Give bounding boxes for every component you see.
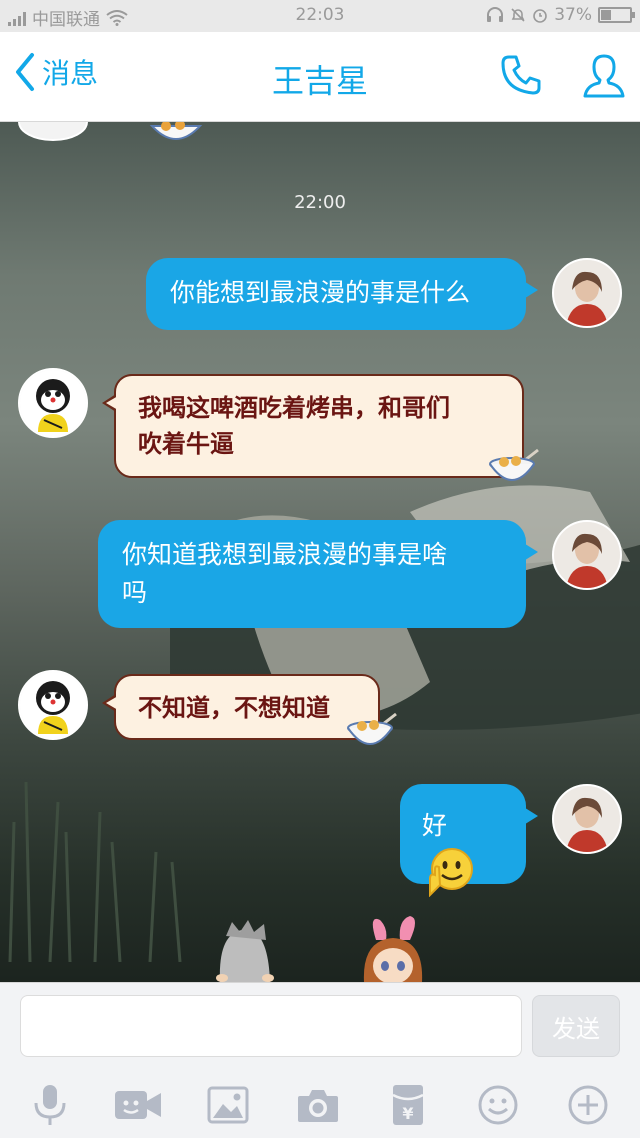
message-text-line: 吗: [122, 578, 148, 607]
message-text: 你能想到最浪漫的事是什么: [170, 278, 471, 307]
my-avatar[interactable]: [552, 784, 622, 854]
emoji-button[interactable]: [468, 1075, 528, 1135]
battery-percent: 37%: [554, 5, 592, 25]
battery-icon: [598, 7, 635, 23]
profile-button[interactable]: [582, 52, 626, 104]
message-bubble-received[interactable]: 不知道，不想知道: [102, 674, 380, 740]
bowl-sticker: [489, 448, 539, 481]
input-bar: 发送 ¥: [0, 982, 640, 1138]
message-text: 不知道，不想知道: [138, 694, 330, 722]
camera-icon: [298, 1090, 338, 1122]
peeking-character-girl: [363, 916, 423, 982]
alarm-icon: [533, 9, 548, 23]
headset-icon: [487, 7, 504, 22]
message-bubble-sent[interactable]: 你能想到最浪漫的事是什么: [146, 258, 538, 330]
avatar-photo: [554, 260, 620, 326]
message-bubble-sent[interactable]: 你知道我想到最浪漫的事是啥 吗: [98, 520, 538, 628]
avatar-cartoon: [20, 672, 86, 738]
bowl-sticker: [347, 712, 397, 745]
chat-area[interactable]: 22:00 你能想到最浪漫的事是什么 我喝这啤酒吃着烤串，和哥们 吹着牛逼 你知…: [0, 122, 640, 982]
camera-button[interactable]: [288, 1075, 348, 1135]
message-bubble-received[interactable]: 我喝这啤酒吃着烤串，和哥们 吹着牛逼: [102, 374, 524, 478]
chat-header: 消息 王吉星: [0, 32, 640, 122]
image-button[interactable]: [198, 1075, 258, 1135]
phone-button[interactable]: [498, 52, 544, 102]
avatar-photo: [554, 786, 620, 852]
red-packet-button[interactable]: ¥: [378, 1075, 438, 1135]
emoji-icon: [478, 1085, 518, 1125]
waving-smiley-emoji: [429, 848, 473, 898]
contact-avatar[interactable]: [18, 368, 88, 438]
video-call-button[interactable]: [108, 1075, 168, 1135]
voice-button[interactable]: [20, 1075, 80, 1135]
message-input[interactable]: [20, 995, 522, 1057]
message-bubble-sent[interactable]: 好: [400, 784, 538, 898]
message-timestamp: 22:00: [294, 192, 346, 213]
svg-text:¥: ¥: [402, 1104, 413, 1123]
peeking-character-boy: [216, 920, 274, 982]
contact-name: 王吉星: [271, 62, 368, 100]
bowl-sticker-top: [149, 122, 203, 140]
image-icon: [207, 1086, 249, 1124]
add-icon: [568, 1085, 608, 1125]
contact-avatar[interactable]: [18, 670, 88, 740]
my-avatar[interactable]: [552, 258, 622, 328]
avatar-photo: [554, 522, 620, 588]
red-packet-icon: ¥: [392, 1085, 424, 1125]
message-text-line: 你知道我想到最浪漫的事是啥: [122, 540, 448, 569]
status-bar: 中国联通 22:03 37%: [0, 0, 640, 32]
send-button[interactable]: 发送: [532, 995, 620, 1057]
message-text-line: 吹着牛逼: [138, 430, 234, 458]
add-button[interactable]: [558, 1075, 618, 1135]
partial-avatar-top: [18, 122, 88, 141]
phone-icon: [501, 55, 541, 95]
avatar-cartoon: [20, 370, 86, 436]
mute-bell-icon: [511, 8, 525, 22]
input-toolbar: ¥: [0, 1075, 640, 1135]
message-text: 好: [422, 811, 448, 840]
my-avatar[interactable]: [552, 520, 622, 590]
video-call-icon: [115, 1091, 161, 1119]
profile-icon: [583, 54, 625, 98]
message-text-line: 我喝这啤酒吃着烤串，和哥们: [138, 394, 450, 422]
microphone-icon: [34, 1085, 66, 1125]
